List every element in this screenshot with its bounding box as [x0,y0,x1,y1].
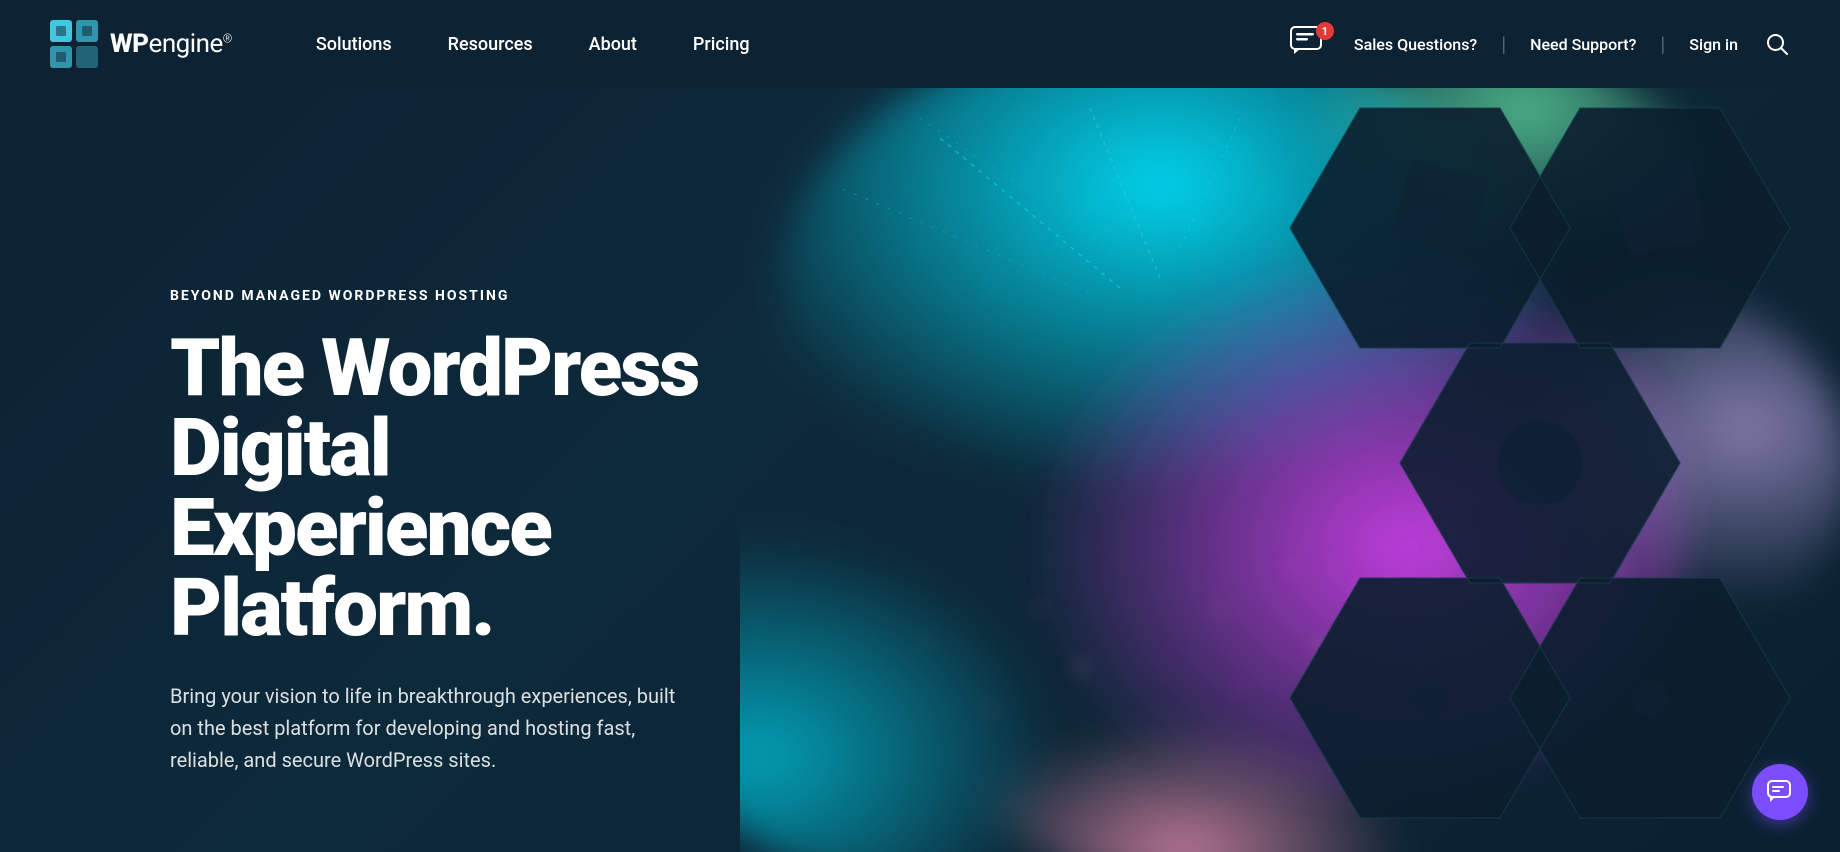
nav-links: Solutions Resources About Pricing [288,0,1290,88]
hero-content: BEYOND MANAGED WORDPRESS HOSTING The Wor… [170,288,850,776]
nav-divider-1: | [1501,32,1506,56]
hero-eyebrow: BEYOND MANAGED WORDPRESS HOSTING [170,288,850,304]
nav-item-pricing[interactable]: Pricing [665,0,778,88]
main-nav: WPengine® Solutions Resources About Pric… [0,0,1840,88]
nav-link-pricing[interactable]: Pricing [665,0,778,88]
powder-explosion-svg [740,88,1840,852]
nav-right: 1 Sales Questions? | Need Support? | Sig… [1290,26,1792,62]
hero-section: BEYOND MANAGED WORDPRESS HOSTING The Wor… [0,88,1840,852]
chat-widget-button[interactable] [1752,764,1808,820]
sign-in-link[interactable]: Sign in [1689,35,1738,54]
nav-item-solutions[interactable]: Solutions [288,0,420,88]
nav-link-resources[interactable]: Resources [420,0,561,88]
hero-subtext: Bring your vision to life in breakthroug… [170,680,690,776]
chat-notification-badge: 1 [1316,22,1334,40]
nav-link-about[interactable]: About [561,0,665,88]
search-button[interactable] [1762,29,1792,59]
nav-item-about[interactable]: About [561,0,665,88]
logo-bold: WP [110,29,149,59]
hero-headline-line1: The WordPress Digital [170,321,698,495]
nav-divider-2: | [1660,32,1665,56]
nav-link-solutions[interactable]: Solutions [288,0,420,88]
logo-icon [48,18,100,70]
sales-questions-link[interactable]: Sales Questions? [1354,35,1477,54]
hero-headline-line2: Experience Platform. [170,481,551,655]
hero-visual [740,88,1840,852]
nav-item-resources[interactable]: Resources [420,0,561,88]
hero-headline: The WordPress Digital Experience Platfor… [170,328,850,648]
logo[interactable]: WPengine® [48,18,232,70]
chat-widget-icon [1767,780,1793,804]
search-icon [1766,33,1788,55]
logo-trademark: ® [223,31,232,45]
sales-chat-icon-wrapper[interactable]: 1 [1290,26,1330,62]
logo-normal: engine [149,29,223,59]
need-support-link[interactable]: Need Support? [1530,35,1636,54]
